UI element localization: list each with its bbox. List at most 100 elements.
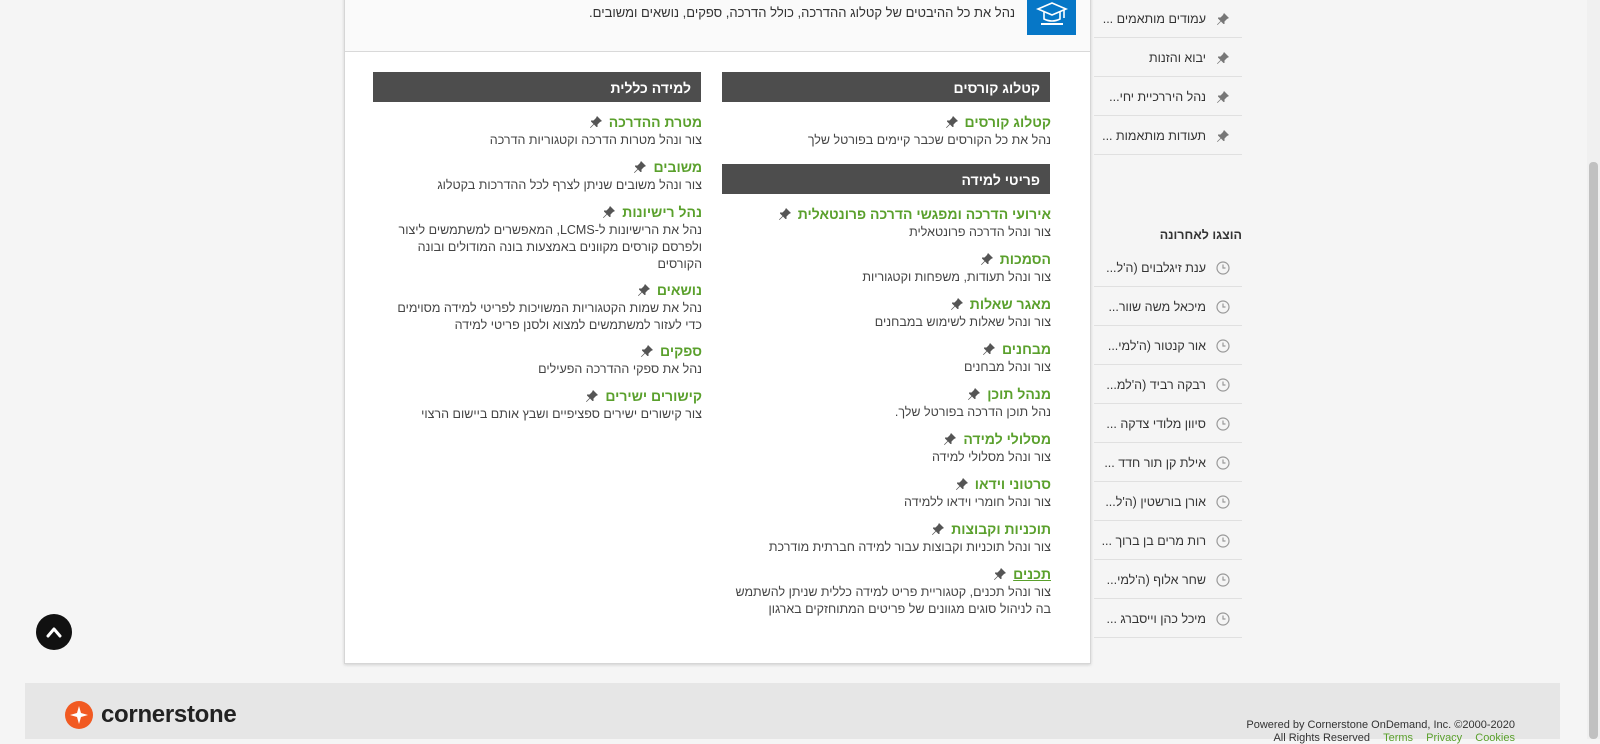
item-description: נהל את ספקי ההדרכה הפעילים: [538, 362, 702, 376]
pin-icon[interactable]: [1216, 129, 1230, 143]
pin-icon[interactable]: [950, 297, 964, 311]
clock-icon: [1216, 533, 1230, 548]
item-link[interactable]: מבחנים: [731, 340, 1051, 358]
privacy-link[interactable]: Privacy: [1426, 732, 1462, 744]
item-link[interactable]: מסלולי למידה: [731, 430, 1051, 448]
item-ilt-events: אירועי הדרכה ומפגשי הדרכה פרונטאלית צור …: [731, 205, 1051, 241]
item-description: צור ונהל מסלולי למידה: [931, 450, 1051, 464]
item-link[interactable]: מנהל תוכן: [731, 385, 1051, 403]
clock-icon: [1216, 377, 1230, 392]
item-description: צור ונהל מבחנים: [964, 360, 1051, 374]
cookies-link[interactable]: Cookies: [1475, 732, 1515, 744]
chevron-up-icon: [46, 627, 62, 638]
pin-icon[interactable]: [980, 252, 994, 266]
pinned-link-label: עמודים מותאמים ...: [1102, 11, 1206, 26]
recent-item[interactable]: שחר אלוף (ה'למי...: [1094, 561, 1242, 599]
item-description: צור ונהל תוכניות וקבוצות עבור למידה חברת…: [768, 540, 1051, 554]
item-description: נהל תוכן הדרכה בפורטל שלך.: [894, 405, 1051, 419]
pinned-link[interactable]: נהל היררכיית יחי...: [1094, 78, 1242, 116]
section-header-course-catalog: קטלוג קורסים: [722, 72, 1050, 102]
item-link[interactable]: משובים: [397, 158, 702, 176]
rights-text: All Rights Reserved: [1273, 732, 1371, 744]
item-description: צור ונהל שאלות לשימוש במבחנים: [874, 315, 1051, 329]
item-description: נהל את הרישיונות ל-LCMS, המאפשרים למשתמש…: [398, 223, 702, 271]
recent-item[interactable]: אורן בורשטין (ה'ל...: [1094, 483, 1242, 521]
item-link[interactable]: ספקים: [397, 342, 702, 360]
page-scrollbar[interactable]: [1587, 0, 1600, 739]
item-link[interactable]: הסמכות: [731, 250, 1051, 268]
pin-icon[interactable]: [585, 389, 599, 403]
recent-item[interactable]: ענת זיגלבוים (ה'ל...: [1094, 249, 1242, 287]
logo-text: cornerstone: [101, 701, 237, 728]
recent-item-label: אור קנטור (ה'למי...: [1107, 338, 1206, 353]
item-question-bank: מאגר שאלות צור ונהל שאלות לשימוש במבחנים: [731, 295, 1051, 331]
pin-icon[interactable]: [993, 567, 1007, 581]
item-manage-licenses: נהל רישיונות נהל את הרישיונות ל-LCMS, המ…: [397, 203, 702, 273]
pin-icon[interactable]: [589, 115, 603, 129]
item-link[interactable]: נושאים: [397, 281, 702, 299]
pinned-link-label: תעודות מותאמות ...: [1102, 128, 1206, 143]
pin-icon[interactable]: [982, 342, 996, 356]
legal-links: All Rights Reserved Terms Privacy Cookie…: [1273, 732, 1515, 744]
item-link[interactable]: תכנים: [731, 565, 1051, 583]
clock-icon: [1216, 572, 1230, 587]
pin-icon[interactable]: [931, 522, 945, 536]
pin-icon[interactable]: [943, 432, 957, 446]
item-link[interactable]: תוכניות וקבוצות: [731, 520, 1051, 538]
pin-icon[interactable]: [602, 205, 616, 219]
item-link[interactable]: אירועי הדרכה ומפגשי הדרכה פרונטאלית: [731, 205, 1051, 223]
pin-icon[interactable]: [1216, 90, 1230, 104]
footer: cornerstone Powered by Cornerstone OnDem…: [25, 683, 1560, 744]
pinned-link[interactable]: עמודים מותאמים ...: [1094, 0, 1242, 38]
item-link[interactable]: קישורים ישירים: [397, 387, 702, 405]
recent-item-label: ענת זיגלבוים (ה'ל...: [1106, 260, 1206, 275]
pin-icon[interactable]: [778, 207, 792, 221]
pinned-link[interactable]: תעודות מותאמות ...: [1094, 117, 1242, 155]
pin-icon[interactable]: [967, 387, 981, 401]
item-link[interactable]: מטרת ההדרכה: [397, 113, 702, 131]
recent-item[interactable]: סיוון מלודי צדקה ...: [1094, 405, 1242, 443]
clock-icon: [1216, 611, 1230, 626]
learning-admin-card: נהל את כל ההיבטים של קטלוג ההדרכה, כולל …: [344, 0, 1091, 664]
item-link[interactable]: קטלוג קורסים: [731, 113, 1051, 131]
pin-icon[interactable]: [955, 477, 969, 491]
item-providers: ספקים נהל את ספקי ההדרכה הפעילים: [397, 342, 702, 378]
pinned-link[interactable]: יבוא והזנות: [1094, 39, 1242, 77]
recent-item-label: סיוון מלודי צדקה ...: [1106, 416, 1206, 431]
clock-icon: [1216, 416, 1230, 431]
scrollbar-thumb[interactable]: [1589, 162, 1598, 739]
terms-link[interactable]: Terms: [1383, 732, 1413, 744]
recent-item-label: רבקה רביד (ה'למ...: [1106, 377, 1206, 392]
pinned-link-label: יבוא והזנות: [1148, 50, 1206, 65]
catalog-summary-strip: נהל את כל ההיבטים של קטלוג ההדרכה, כולל …: [345, 0, 1090, 52]
pin-icon[interactable]: [945, 115, 959, 129]
pinned-link-label: נהל היררכיית יחי...: [1109, 89, 1206, 104]
pin-icon[interactable]: [1216, 12, 1230, 26]
cornerstone-logo[interactable]: cornerstone: [65, 701, 237, 729]
pin-icon[interactable]: [640, 344, 654, 358]
item-description: צור קישורים ישירים ספציפיים ושבץ אותם בי…: [421, 407, 702, 421]
item-description: צור ונהל תעודות, משפחות וקטגוריות: [862, 270, 1051, 284]
recent-item[interactable]: רבקה רביד (ה'למ...: [1094, 366, 1242, 404]
item-link[interactable]: מאגר שאלות: [731, 295, 1051, 313]
scroll-to-top-button[interactable]: [36, 614, 72, 650]
clock-icon: [1216, 455, 1230, 470]
recent-item[interactable]: אילת קן תור חדד ...: [1094, 444, 1242, 482]
pin-icon[interactable]: [633, 160, 647, 174]
recent-item[interactable]: אור קנטור (ה'למי...: [1094, 327, 1242, 365]
recent-item[interactable]: רות מרים בן ברוך ...: [1094, 522, 1242, 560]
pin-icon[interactable]: [637, 283, 651, 297]
item-link[interactable]: סרטוני וידאו: [731, 475, 1051, 493]
catalog-description: נהל את כל ההיבטים של קטלוג ההדרכה, כולל …: [589, 5, 1015, 20]
recently-viewed-title: הוצגו לאחרונה: [1159, 228, 1242, 242]
pin-icon[interactable]: [1216, 51, 1230, 65]
recent-item-label: מיכל כהן וייסברג ...: [1106, 611, 1206, 626]
section-header-learning-objects: פריטי למידה: [722, 164, 1050, 194]
item-programs-cohorts: תוכניות וקבוצות צור ונהל תוכניות וקבוצות…: [731, 520, 1051, 556]
recent-item[interactable]: מיכאל משה שוור...: [1094, 288, 1242, 326]
item-link[interactable]: נהל רישיונות: [397, 203, 702, 221]
recent-item[interactable]: מיכל כהן וייסברג ...: [1094, 600, 1242, 638]
powered-by-text: Powered by Cornerstone OnDemand, Inc. ©2…: [1246, 719, 1515, 731]
item-description: צור ונהל חומרי וידאו ללמידה: [904, 495, 1051, 509]
section-header-general-learning: למידה כללית: [373, 72, 701, 102]
